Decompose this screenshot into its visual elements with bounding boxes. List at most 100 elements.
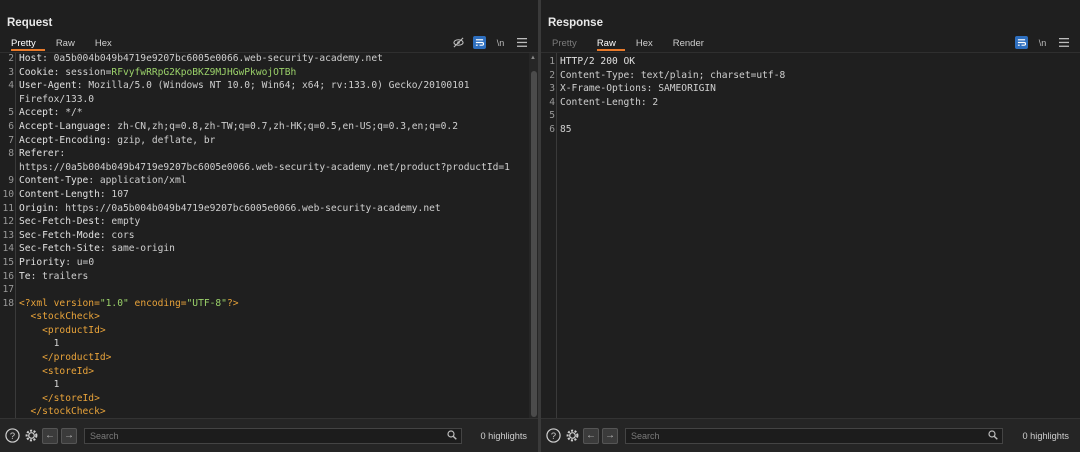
request-editor[interactable]: 2 Host: 0a5b004b049b4719e9207bc6005e0066.…: [0, 52, 538, 418]
code-line: 12 Sec-Fetch-Dest: empty: [0, 215, 528, 229]
settings-gear-icon[interactable]: [564, 428, 580, 444]
line-number: [0, 351, 14, 365]
code-token: : gzip, deflate, br: [105, 134, 216, 146]
request-highlights-count: 0 highlights: [480, 430, 527, 441]
code-line: 15 Priority: u=0: [0, 256, 528, 270]
code-line: Firefox/133.0: [0, 93, 528, 107]
code-line: 9 Content-Type: application/xml: [0, 174, 528, 188]
wrap-lines-icon[interactable]: [473, 36, 486, 49]
response-editor[interactable]: 1 HTTP/2 200 OK 2 Content-Type: text/plain;…: [541, 52, 1080, 418]
code-line: 3 X-Frame-Options: SAMEORIGIN: [541, 82, 1070, 96]
tab-raw[interactable]: Raw: [596, 37, 625, 51]
response-search-field[interactable]: [625, 427, 1003, 444]
code-line: 13 Sec-Fetch-Mode: cors: [0, 229, 528, 243]
settings-gear-icon[interactable]: [23, 428, 39, 444]
code-token: <productId>: [19, 324, 106, 336]
line-number: 2: [549, 69, 555, 81]
line-content: Accept-Language: zh-CN,zh;q=0.8,zh-TW;q=…: [14, 120, 458, 134]
line-number: 3: [549, 83, 555, 95]
code-token: Content-Length: [19, 188, 100, 200]
code-token: : https://0a5b004b049b4719e9207bc6005e00…: [53, 202, 441, 214]
line-number: 16: [2, 270, 14, 282]
line-content: Te: trailers: [14, 270, 88, 284]
request-search-input[interactable]: [90, 430, 461, 441]
response-code[interactable]: 1 HTTP/2 200 OK 2 Content-Type: text/plain;…: [541, 55, 1070, 137]
line-number: [0, 405, 14, 418]
line-number: 3: [8, 66, 14, 78]
line-content: <stockCheck>: [14, 310, 100, 324]
code-line: 1: [0, 378, 528, 392]
line-number: 4: [8, 80, 14, 92]
help-icon[interactable]: ?: [4, 428, 20, 444]
line-number: [0, 337, 14, 351]
line-content: [14, 283, 19, 297]
line-number: 10: [2, 188, 14, 200]
tab-hex[interactable]: Hex: [95, 37, 121, 51]
next-arrow-icon[interactable]: →: [602, 427, 618, 444]
code-token: X-Frame-Options: SAMEORIGIN: [560, 83, 716, 95]
line-content: <?xml version="1.0" encoding="UTF-8"?>: [14, 297, 239, 311]
code-token: Host: [19, 53, 43, 64]
code-token: ?>: [226, 297, 239, 309]
line-number: 12: [2, 216, 14, 228]
line-number: 18: [2, 297, 14, 309]
line-number: 15: [2, 256, 14, 268]
tab-render[interactable]: Render: [673, 37, 713, 51]
search-icon[interactable]: [447, 429, 457, 443]
code-token: :: [59, 148, 66, 160]
code-token: Cookie: [19, 66, 54, 78]
code-token: : session=: [53, 66, 112, 78]
code-token: Sec-Fetch-Dest: [19, 216, 100, 228]
wrap-lines-icon[interactable]: [1015, 36, 1028, 49]
code-token: Accept-Language: [19, 120, 106, 132]
next-arrow-icon[interactable]: →: [61, 427, 77, 444]
request-scrollbar[interactable]: ▲: [529, 53, 538, 418]
code-token: 1: [19, 338, 60, 350]
previous-arrow-icon[interactable]: ←: [583, 427, 599, 444]
tab-pretty[interactable]: Pretty: [11, 37, 45, 51]
code-token: : empty: [99, 216, 141, 228]
newline-icon[interactable]: \n: [1036, 36, 1049, 49]
scroll-up-icon[interactable]: ▲: [530, 55, 536, 61]
line-content: 1: [14, 337, 60, 351]
response-title: Response: [548, 17, 603, 29]
line-number: 4: [549, 96, 555, 108]
line-content: [555, 109, 560, 123]
tab-raw[interactable]: Raw: [56, 37, 84, 51]
help-icon[interactable]: ?: [545, 428, 561, 444]
code-token: : 107: [99, 188, 129, 200]
line-content: 1: [14, 378, 60, 392]
tab-pretty[interactable]: Pretty: [552, 37, 586, 51]
line-content: HTTP/2 200 OK: [555, 55, 635, 69]
code-token: Sec-Fetch-Site: [19, 243, 100, 255]
tab-hex[interactable]: Hex: [636, 37, 662, 51]
line-content: https://0a5b004b049b4719e9207bc6005e0066…: [14, 161, 510, 175]
svg-text:?: ?: [550, 431, 555, 441]
response-search-input[interactable]: [631, 430, 1002, 441]
response-toolbar: \n: [1015, 36, 1070, 49]
hide-nonprintable-icon[interactable]: [452, 36, 465, 49]
code-line: 5: [541, 109, 1070, 123]
request-search-field[interactable]: [84, 427, 462, 444]
code-token: </productId>: [19, 352, 112, 364]
line-number: 9: [8, 175, 14, 187]
request-bottom-bar: ? ← → 0 highlights: [0, 418, 538, 452]
code-line: 1 HTTP/2 200 OK: [541, 55, 1070, 69]
code-token: User-Agent: [19, 80, 77, 92]
code-token: Content-Type: text/plain; charset=utf-8: [560, 69, 786, 81]
line-content: Referer:: [14, 147, 65, 161]
line-content: <storeId>: [14, 365, 94, 379]
request-scroll-thumb[interactable]: [531, 71, 537, 417]
line-content: Accept-Encoding: gzip, deflate, br: [14, 134, 215, 148]
previous-arrow-icon[interactable]: ←: [42, 427, 58, 444]
code-token: </storeId>: [19, 392, 100, 404]
line-content: Accept: */*: [14, 106, 83, 120]
line-number: [0, 365, 14, 379]
search-icon[interactable]: [988, 429, 998, 443]
menu-icon[interactable]: [1057, 36, 1070, 49]
line-content: Cookie: session=RFvyfwRRpG2KpoBKZ9MJHGwP…: [14, 66, 296, 80]
code-line: 4 Content-Length: 2: [541, 96, 1070, 110]
request-code[interactable]: 2 Host: 0a5b004b049b4719e9207bc6005e0066.…: [0, 53, 528, 418]
menu-icon[interactable]: [515, 36, 528, 49]
newline-icon[interactable]: \n: [494, 36, 507, 49]
